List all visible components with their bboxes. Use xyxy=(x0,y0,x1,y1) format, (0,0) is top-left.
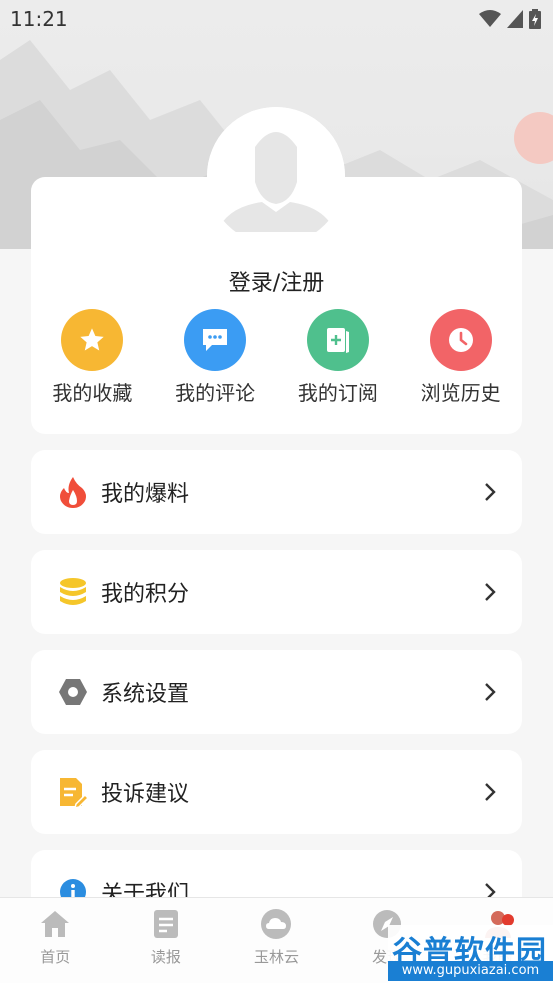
menu-label: 我的积分 xyxy=(101,582,190,607)
menu-label: 投诉建议 xyxy=(101,782,190,807)
signal-icon xyxy=(507,10,523,28)
history-button[interactable] xyxy=(429,309,492,371)
watermark: 谷普软件园 www.gupuxiazai.com xyxy=(388,925,553,983)
coins-icon xyxy=(57,576,89,608)
tab-newspaper[interactable]: 读报 xyxy=(111,898,222,983)
fire-icon xyxy=(57,476,89,508)
quick-item-subscriptions[interactable]: 我的订阅 xyxy=(283,309,393,409)
quick-item-favorites[interactable]: 我的收藏 xyxy=(37,309,147,409)
clock-icon xyxy=(448,328,473,352)
menu-item-tipoffs[interactable]: 我的爆料 xyxy=(31,450,522,534)
quick-label: 我的评论 xyxy=(175,381,256,405)
chevron-right-icon xyxy=(485,483,496,501)
login-register-link[interactable]: 登录/注册 xyxy=(0,265,553,297)
status-time: 11:21 xyxy=(10,7,68,31)
cloud-icon xyxy=(260,908,292,940)
comment-icon xyxy=(203,329,228,351)
menu-label: 我的爆料 xyxy=(101,482,190,507)
quick-label: 我的订阅 xyxy=(297,381,378,405)
quick-actions: 我的收藏 我的评论 我的订阅 浏览历史 xyxy=(31,309,522,409)
quick-item-history[interactable]: 浏览历史 xyxy=(406,309,516,409)
avatar[interactable] xyxy=(207,107,345,245)
tab-label: 玉林云 xyxy=(253,948,299,966)
subscriptions-button[interactable] xyxy=(306,309,369,371)
quick-item-comments[interactable]: 我的评论 xyxy=(160,309,270,409)
home-icon xyxy=(39,908,71,940)
tab-label: 首页 xyxy=(40,948,71,966)
tab-label: 读报 xyxy=(150,948,181,966)
tab-yulin-cloud[interactable]: 玉林云 xyxy=(221,898,332,983)
chevron-right-icon xyxy=(485,683,496,701)
star-icon xyxy=(80,328,105,351)
comments-button[interactable] xyxy=(184,309,247,371)
default-avatar-icon xyxy=(207,107,345,245)
menu-label: 系统设置 xyxy=(101,682,190,707)
settings-icon xyxy=(57,676,89,708)
subscribe-icon xyxy=(326,328,349,353)
quick-label: 我的收藏 xyxy=(52,381,133,405)
status-icons xyxy=(479,9,541,29)
feedback-icon xyxy=(57,776,89,808)
menu-item-points[interactable]: 我的积分 xyxy=(31,550,522,634)
newspaper-icon xyxy=(150,908,182,940)
favorites-button[interactable] xyxy=(61,309,124,371)
watermark-url: www.gupuxiazai.com xyxy=(388,961,553,981)
chevron-right-icon xyxy=(485,583,496,601)
status-bar: 11:21 xyxy=(0,0,553,38)
quick-label: 浏览历史 xyxy=(420,381,501,405)
wifi-icon xyxy=(479,10,501,27)
chevron-right-icon xyxy=(485,783,496,801)
tab-home[interactable]: 首页 xyxy=(0,898,111,983)
menu-item-settings[interactable]: 系统设置 xyxy=(31,650,522,734)
menu-item-feedback[interactable]: 投诉建议 xyxy=(31,750,522,834)
battery-icon xyxy=(529,9,541,29)
